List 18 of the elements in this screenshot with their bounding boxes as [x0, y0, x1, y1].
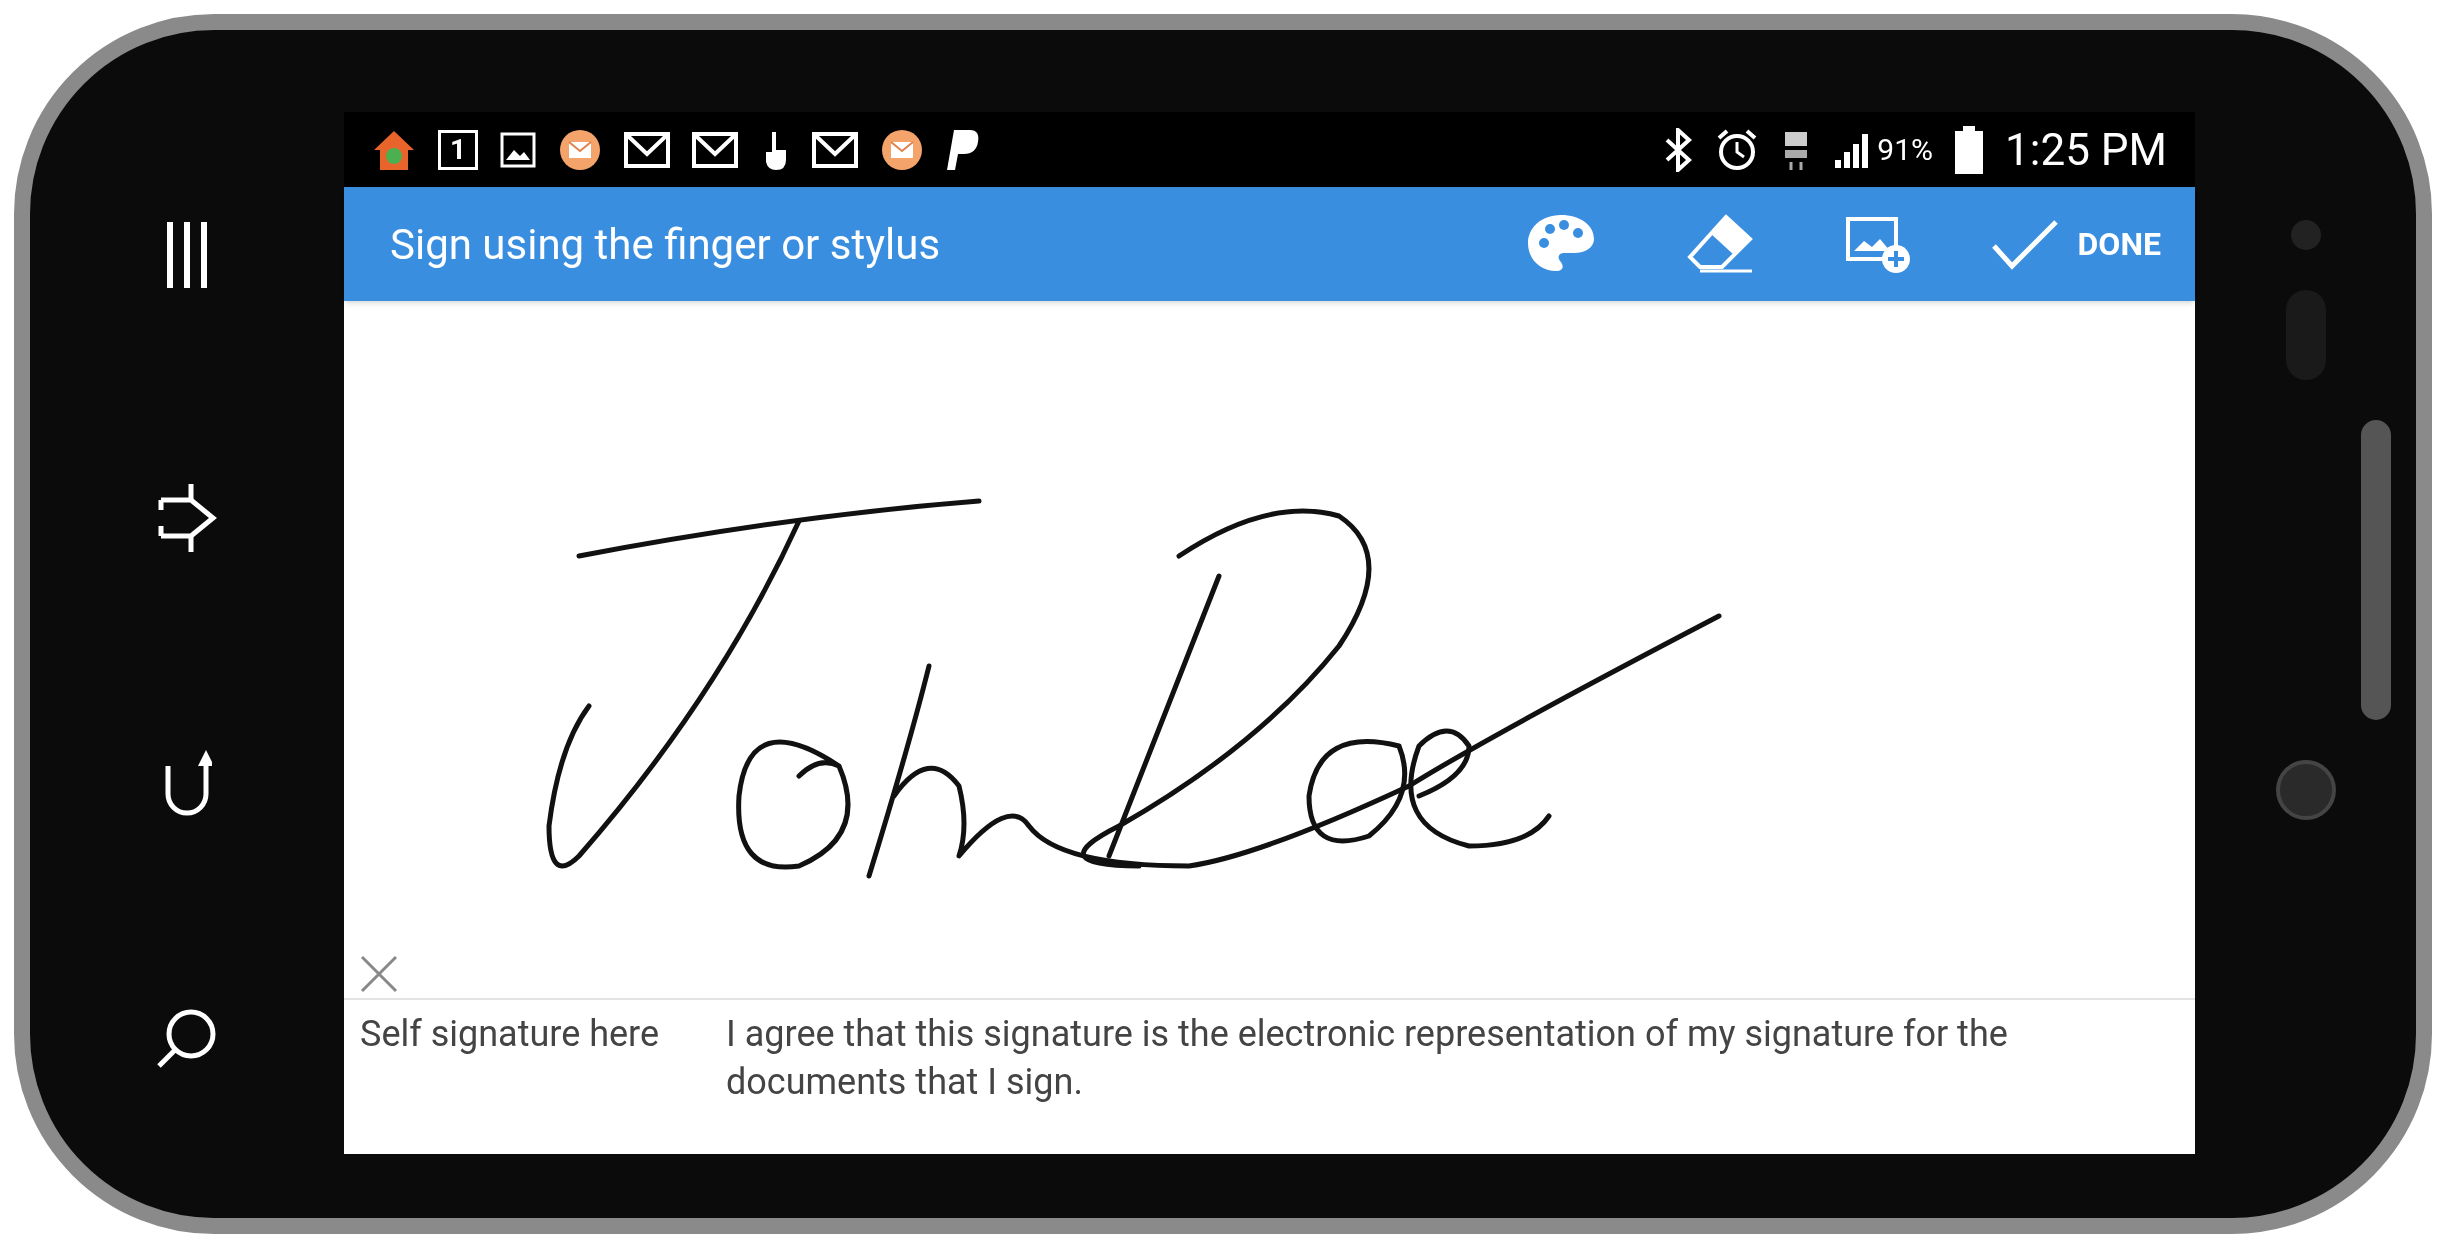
- bluetooth-icon: [1663, 127, 1694, 172]
- checkmark-icon: [1989, 218, 2060, 270]
- signature-label: Self signature here: [360, 1012, 661, 1057]
- clock-time: 1:25 PM: [2005, 122, 2167, 178]
- app-bar-title: Sign using the finger or stylus: [390, 218, 942, 271]
- mail-icon: [692, 131, 738, 168]
- mail-icon: [812, 131, 858, 168]
- envelope-icon: [880, 127, 924, 172]
- battery-icon: [1955, 125, 1984, 174]
- calendar-icon: 1: [438, 129, 478, 170]
- envelope-icon: [558, 127, 602, 172]
- battery-percentage: 91%: [1877, 131, 1934, 169]
- done-button[interactable]: DONE: [1989, 218, 2161, 270]
- mail-icon: [624, 131, 670, 168]
- image-icon: [500, 131, 536, 168]
- close-icon[interactable]: [358, 953, 400, 995]
- front-camera: [2290, 220, 2321, 250]
- agreement-text: I agree that this signature is the electronic representation of my signature for the documents that I sign.: [726, 1012, 2009, 1105]
